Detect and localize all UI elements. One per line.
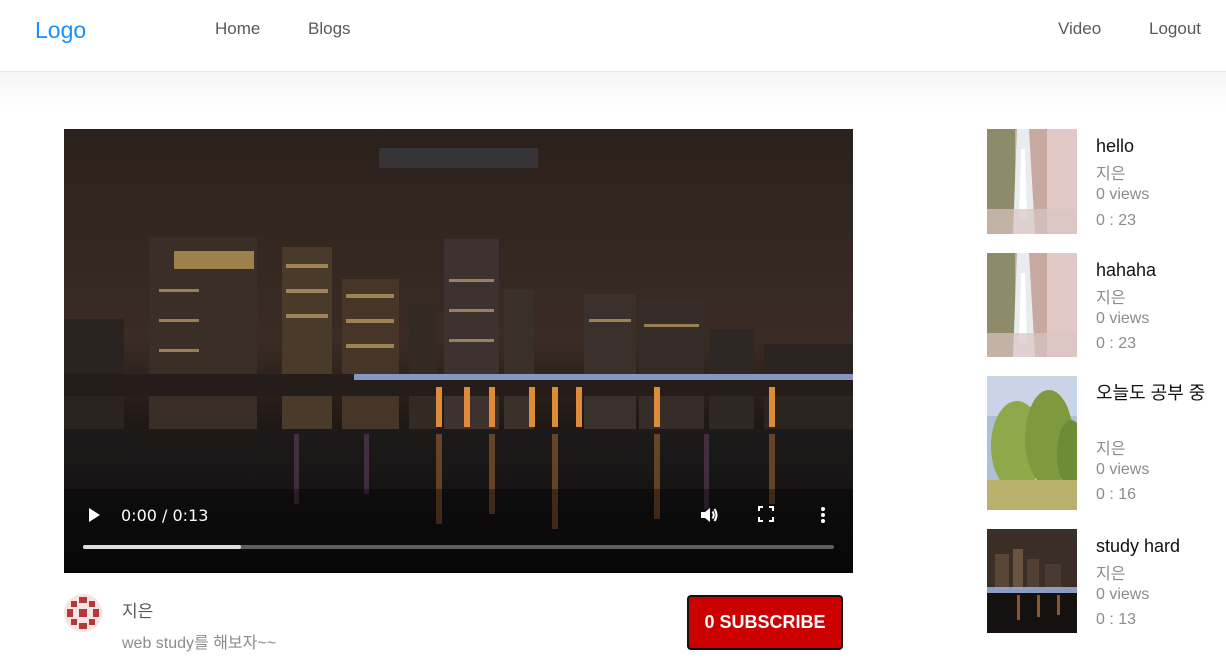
video-caption-overlay [379,148,538,168]
nav-shadow [0,72,1226,112]
side-video-title[interactable]: study hard [1096,533,1211,559]
logo-link[interactable]: Logo [35,17,86,44]
side-video-title[interactable]: hahaha [1096,257,1211,283]
nav-video-link[interactable]: Video [1058,19,1101,39]
fullscreen-icon[interactable] [758,506,774,527]
side-video-item[interactable]: hahaha 지은 0 views 0 : 23 [987,253,1217,359]
author-avatar [64,594,102,632]
side-video-thumbnail[interactable] [987,376,1077,510]
side-video-thumbnail[interactable] [987,129,1077,234]
volume-icon[interactable] [698,504,720,531]
side-video-writer: 지은 [1096,290,1126,307]
side-video-duration: 0 : 23 [1096,212,1137,229]
navbar: Logo Home Blogs Video Logout [0,0,1226,72]
side-video-title[interactable]: 오늘도 공부 중 [1096,380,1211,406]
side-video-item[interactable]: hello 지은 0 views 0 : 23 [987,129,1217,235]
side-video-writer: 지은 [1096,566,1126,583]
video-progress-bar[interactable] [83,545,834,549]
video-progress-fill [83,545,241,549]
author-description: web study를 해보자~~ [122,635,277,652]
side-video-duration: 0 : 13 [1096,611,1137,628]
video-time: 0:00 / 0:13 [121,506,209,525]
side-video-duration: 0 : 23 [1096,335,1137,352]
side-video-item[interactable]: study hard 지은 0 views 0 : 13 [987,529,1217,635]
side-video-item[interactable]: 오늘도 공부 중 지은 0 views 0 : 16 [987,376,1217,512]
side-video-title[interactable]: hello [1096,133,1211,159]
side-video-thumbnail[interactable] [987,529,1077,633]
side-video-views: 0 views [1096,310,1150,327]
nav-logout-link[interactable]: Logout [1149,19,1201,39]
side-video-writer: 지은 [1096,441,1126,458]
nav-blogs-link[interactable]: Blogs [308,19,351,39]
play-icon[interactable] [85,506,103,529]
video-player[interactable]: 0:00 / 0:13 [64,129,853,573]
side-video-writer: 지은 [1096,166,1126,183]
side-video-views: 0 views [1096,586,1150,603]
side-video-thumbnail[interactable] [987,253,1077,357]
subscribe-button[interactable]: 0 SUBSCRIBE [687,595,843,650]
nav-home-link[interactable]: Home [215,19,260,39]
side-video-duration: 0 : 16 [1096,486,1137,503]
more-options-icon[interactable] [820,506,826,529]
side-video-views: 0 views [1096,186,1150,203]
side-video-views: 0 views [1096,461,1150,478]
author-name: 지은 [122,602,154,621]
